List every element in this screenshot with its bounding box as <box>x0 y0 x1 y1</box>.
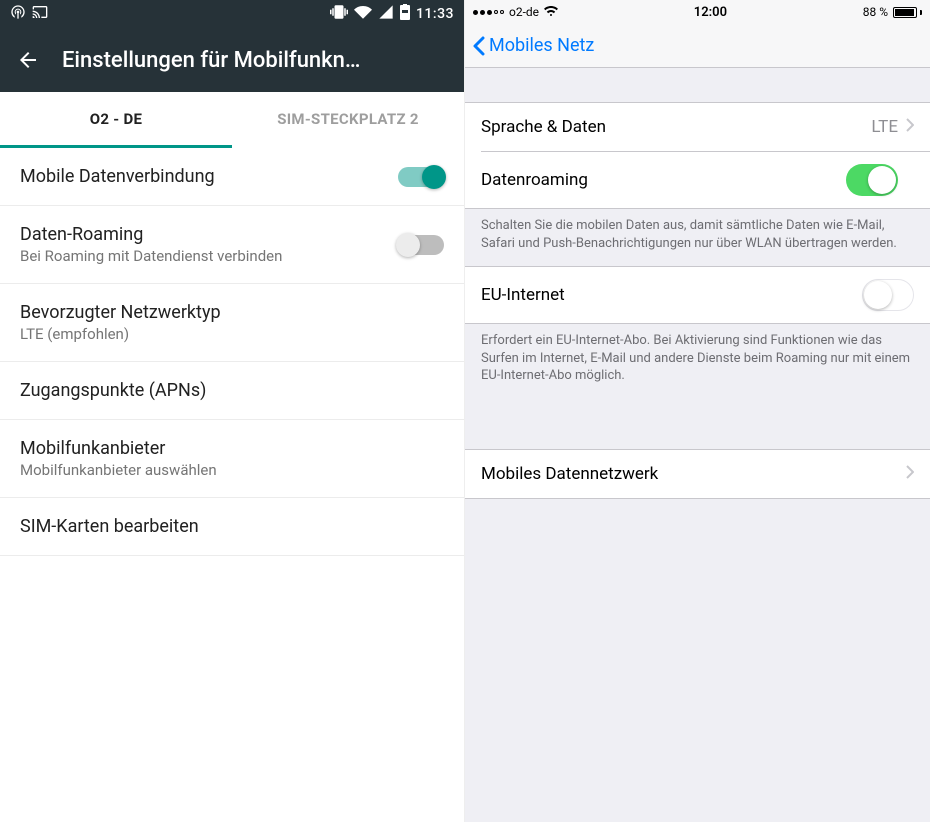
ios-nav-bar: Mobiles Netz <box>465 24 930 68</box>
sim-tabs: O2 - DE SIM-STECKPLATZ 2 <box>0 92 464 148</box>
carrier-row[interactable]: Mobilfunkanbieter Mobilfunkanbieter ausw… <box>0 420 464 498</box>
sim-edit-row[interactable]: SIM-Karten bearbeiten <box>0 498 464 556</box>
wifi-icon <box>354 3 372 25</box>
voice-data-value: LTE <box>871 117 898 137</box>
battery-icon <box>893 7 922 18</box>
data-roaming-label: Daten-Roaming <box>20 224 386 245</box>
chevron-right-icon <box>906 464 914 484</box>
data-roaming-label: Datenroaming <box>481 170 588 190</box>
data-roaming-toggle[interactable] <box>846 164 898 196</box>
network-type-row[interactable]: Bevorzugter Netzwerktyp LTE (empfohlen) <box>0 284 464 362</box>
tab-sim1[interactable]: O2 - DE <box>0 92 232 148</box>
data-network-row[interactable]: Mobiles Datennetzwerk <box>465 450 930 498</box>
data-roaming-row[interactable]: Daten-Roaming Bei Roaming mit Datendiens… <box>0 206 464 284</box>
ios-status-bar: o2-de 12:00 88 % <box>465 0 930 24</box>
network-type-sub: LTE (empfohlen) <box>20 325 444 343</box>
carrier-sub: Mobilfunkanbieter auswählen <box>20 461 444 479</box>
settings-list: Mobile Datenverbindung Daten-Roaming Bei… <box>0 148 464 556</box>
group-data-network: Mobiles Datennetzwerk <box>465 449 930 499</box>
battery-percent: 88 % <box>863 5 888 19</box>
back-label: Mobiles Netz <box>489 35 594 56</box>
signal-dots-icon <box>473 10 504 15</box>
vibrate-icon <box>330 3 348 25</box>
android-screen: 11:33 Einstellungen für Mobilfunkn… O2 -… <box>0 0 465 822</box>
cast-icon <box>32 4 48 24</box>
chevron-left-icon <box>473 36 485 56</box>
status-time: 11:33 <box>416 6 454 22</box>
ios-screen: o2-de 12:00 88 % Mobiles Netz Sprache & … <box>465 0 930 822</box>
wifi-icon <box>544 5 558 19</box>
mobile-data-label: Mobile Datenverbindung <box>20 166 386 187</box>
tab-sim2[interactable]: SIM-STECKPLATZ 2 <box>232 92 464 148</box>
data-network-label: Mobiles Datennetzwerk <box>481 464 658 484</box>
mobile-data-toggle[interactable] <box>398 167 444 187</box>
page-title: Einstellungen für Mobilfunkn… <box>62 48 360 73</box>
back-button[interactable]: Mobiles Netz <box>473 35 594 56</box>
status-time: 12:00 <box>694 5 727 20</box>
android-header: Einstellungen für Mobilfunkn… <box>0 28 464 92</box>
data-roaming-sub: Bei Roaming mit Datendienst verbinden <box>20 247 386 265</box>
roaming-footer: Schalten Sie die mobilen Daten aus, dami… <box>465 209 930 266</box>
podcast-icon <box>10 4 26 24</box>
carrier-label: Mobilfunkanbieter <box>20 438 444 459</box>
data-roaming-toggle[interactable] <box>398 235 444 255</box>
sim-edit-label: SIM-Karten bearbeiten <box>20 516 444 537</box>
network-type-label: Bevorzugter Netzwerktyp <box>20 302 444 323</box>
signal-icon <box>378 4 394 24</box>
eu-internet-toggle[interactable] <box>862 279 914 311</box>
group-cellular: Sprache & Daten LTE Datenroaming <box>465 102 930 209</box>
eu-internet-row[interactable]: EU-Internet <box>465 267 930 323</box>
eu-internet-label: EU-Internet <box>481 285 565 305</box>
android-status-bar: 11:33 <box>0 0 464 28</box>
voice-data-label: Sprache & Daten <box>481 117 606 137</box>
voice-data-row[interactable]: Sprache & Daten LTE <box>465 103 930 151</box>
battery-icon <box>400 4 410 24</box>
apn-label: Zugangspunkte (APNs) <box>20 380 444 401</box>
back-button[interactable] <box>16 48 40 72</box>
eu-footer: Erfordert ein EU-Internet-Abo. Bei Aktiv… <box>465 324 930 399</box>
group-eu: EU-Internet <box>465 266 930 324</box>
apn-row[interactable]: Zugangspunkte (APNs) <box>0 362 464 420</box>
mobile-data-row[interactable]: Mobile Datenverbindung <box>0 148 464 206</box>
chevron-right-icon <box>906 117 914 137</box>
carrier-label: o2-de <box>509 5 539 19</box>
data-roaming-row[interactable]: Datenroaming <box>481 151 930 208</box>
